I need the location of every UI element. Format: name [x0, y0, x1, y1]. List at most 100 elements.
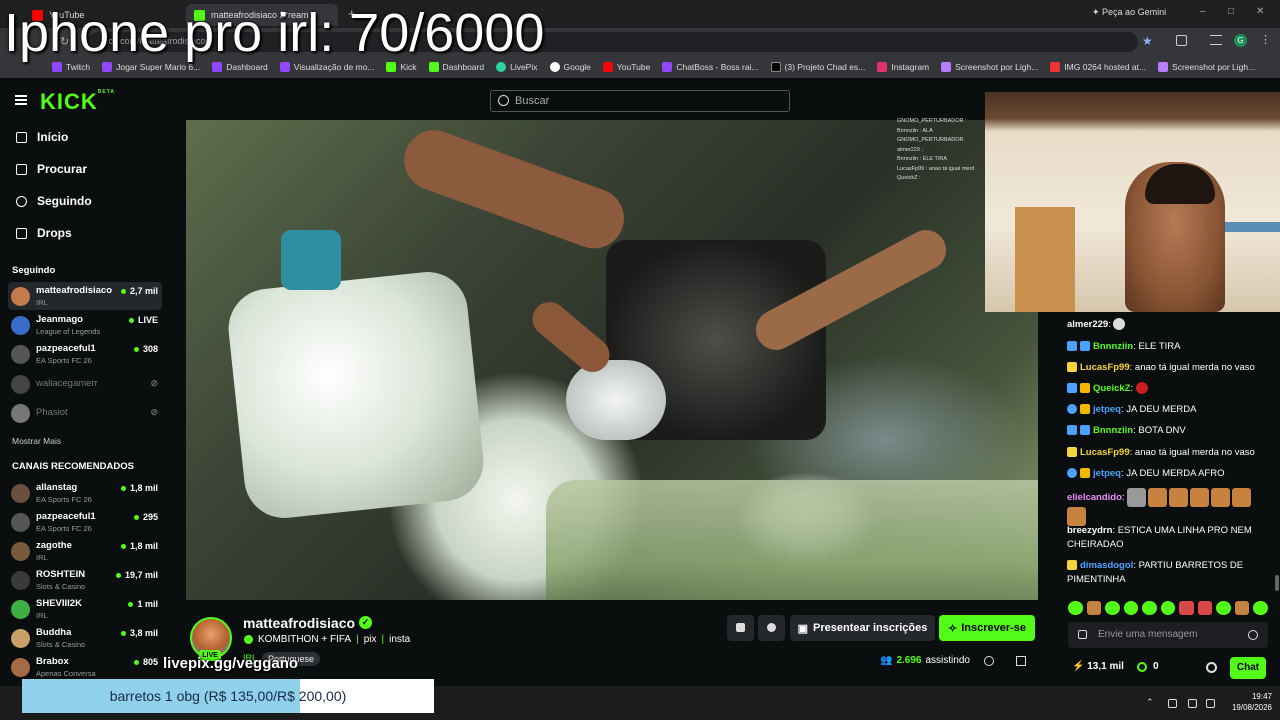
close-window-button[interactable]: ✕ — [1256, 6, 1264, 17]
bookmark-label: Screenshot por Ligh... — [955, 62, 1039, 72]
search-icon — [498, 95, 509, 106]
stream-title: KOMBITHON + FIFA | pix | insta — [244, 634, 410, 645]
kick-logo[interactable]: KICKBETA — [40, 89, 115, 115]
bookmark-instagram[interactable]: Instagram — [877, 62, 929, 72]
emote-icon[interactable] — [1123, 601, 1139, 615]
emote-icon[interactable] — [1160, 601, 1176, 615]
network-icon[interactable] — [1188, 699, 1197, 708]
profile-avatar[interactable]: G — [1234, 34, 1247, 47]
nav-inicio[interactable]: Início — [16, 127, 68, 147]
channel-points[interactable]: 0 — [1137, 661, 1159, 672]
webcam-content — [1015, 207, 1075, 312]
emote-icon[interactable] — [1216, 601, 1231, 615]
recommended-channel-item[interactable]: allanstag EA Sports FC 26 1,8 mil — [8, 479, 162, 507]
recommended-channel-item[interactable]: SHEVIII2K IRL 1 mil — [8, 595, 162, 623]
chat-username[interactable]: LucasFp99 — [1080, 362, 1130, 373]
chat-username[interactable]: elielcandido — [1067, 492, 1122, 503]
search-input[interactable]: Buscar — [490, 90, 790, 112]
chat-username[interactable]: Bnnnziin — [1093, 341, 1133, 352]
notification-bell-button[interactable] — [727, 615, 754, 641]
share-icon[interactable] — [984, 656, 994, 666]
following-channel-item[interactable]: matteafrodisiaco IRL 2,7 mil — [8, 282, 162, 310]
sidebar: Início Procurar Seguindo Drops Seguindo … — [0, 120, 170, 686]
overlay-chat-line: LucasFp99 : anao tá igual merd — [897, 165, 975, 172]
separator: | — [381, 634, 385, 645]
streamer-name[interactable]: matteafrodisiaco — [243, 615, 355, 631]
bookmark-star-icon[interactable]: ★ — [1142, 34, 1153, 48]
recommended-channel-item[interactable]: pazpeaceful1 EA Sports FC 26 295 — [8, 508, 162, 536]
tray-chevron-icon[interactable]: ⌃ — [1146, 697, 1155, 707]
emote-icon[interactable] — [1068, 601, 1083, 615]
hamburger-menu-icon[interactable] — [15, 95, 27, 105]
chat-send-button[interactable]: Chat — [1230, 657, 1266, 679]
chat-settings-gear-icon[interactable] — [1206, 662, 1217, 673]
emote-icon[interactable] — [1234, 601, 1250, 615]
emote-icon[interactable] — [1105, 601, 1120, 615]
chat-username[interactable]: breezydrn — [1067, 525, 1112, 536]
report-icon[interactable] — [1016, 656, 1026, 666]
bookmark-screenshot-1[interactable]: Screenshot por Ligh... — [941, 62, 1038, 72]
nav-drops[interactable]: Drops — [16, 223, 72, 243]
recommended-channel-item[interactable]: ROSHTEIN Slots & Casino 19,7 mil — [8, 566, 162, 594]
chat-scrollbar[interactable] — [1275, 575, 1279, 591]
emote-icon[interactable] — [1179, 601, 1194, 615]
chat-username[interactable]: almer229 — [1067, 319, 1108, 330]
video-content — [395, 121, 633, 257]
avatar — [11, 600, 30, 619]
reading-list-icon[interactable] — [1210, 35, 1222, 45]
bookmark-x[interactable]: (3) Projeto Chad es... — [770, 62, 865, 72]
chat-mod-icon[interactable] — [1078, 630, 1087, 639]
bookmark-google[interactable]: Google — [549, 62, 591, 72]
bookmark-chatboss[interactable]: ChatBoss - Boss rai... — [662, 62, 759, 72]
subscribe-button[interactable]: ✧ Inscrever-se — [939, 615, 1035, 641]
following-channel-item[interactable]: pazpeaceful1 EA Sports FC 26 308 — [8, 340, 162, 368]
emote-icon — [1211, 488, 1231, 507]
chat-message: breezydrn: ESTICA UMA LINHA PRO NEM CHEI… — [1067, 524, 1272, 552]
maximize-button[interactable]: □ — [1228, 6, 1234, 17]
emote-icon[interactable] — [1197, 601, 1213, 615]
emote-icon[interactable] — [1142, 601, 1157, 615]
badge-icon — [1067, 425, 1077, 436]
emoji-picker-icon[interactable] — [1248, 630, 1258, 640]
crown-badge-icon — [1080, 383, 1090, 394]
show-more-link[interactable]: Mostrar Mais — [12, 436, 61, 446]
kicks-balance[interactable]: ⚡ 13,1 mil — [1072, 661, 1124, 672]
bookmark-youtube[interactable]: YouTube — [602, 62, 650, 72]
chat-username[interactable]: jetpeq — [1093, 404, 1121, 415]
chat-username[interactable]: dimasdogol — [1080, 560, 1133, 571]
menu-kebab-icon[interactable]: ⋮ — [1260, 33, 1271, 46]
extensions-icon[interactable] — [1176, 35, 1187, 46]
emote-icon[interactable] — [1253, 601, 1269, 615]
recommended-section-title: CANAIS RECOMENDADOS — [12, 461, 134, 472]
stream-link-pix[interactable]: pix — [364, 634, 377, 645]
minimize-button[interactable]: – — [1200, 6, 1206, 17]
system-clock[interactable]: 19:47 19/08/2026 — [1232, 691, 1272, 713]
chat-message-input[interactable]: Envie uma mensagem — [1068, 622, 1268, 648]
microphone-icon[interactable] — [1168, 699, 1177, 708]
gift-subs-button[interactable]: ▣ Presentear inscrições — [790, 615, 935, 641]
bookmark-screenshot-2[interactable]: Screenshot por Ligh... — [1158, 62, 1255, 72]
follow-heart-button[interactable] — [758, 615, 785, 641]
chat-username[interactable]: LucasFp99 — [1080, 447, 1130, 458]
bookmark-img[interactable]: IMG 0264 hosted at... — [1050, 62, 1146, 72]
channel-name: matteafrodisiaco — [36, 285, 113, 296]
emote-icon[interactable] — [1086, 601, 1102, 615]
viewer-count: 308 — [134, 344, 158, 354]
chat-username[interactable]: Bnnnziin — [1093, 425, 1133, 436]
volume-icon[interactable] — [1206, 699, 1215, 708]
badge-icon — [1067, 341, 1077, 352]
following-channel-item[interactable]: Jeanmago League of Legends LIVE — [8, 311, 162, 339]
gemini-button[interactable]: ✦ Peça ao Gemini — [1092, 7, 1166, 18]
stream-link-insta[interactable]: insta — [389, 634, 410, 645]
recommended-channel-item[interactable]: Brabox Apenas Conversa 805 — [8, 653, 162, 681]
chat-username[interactable]: jetpeq — [1093, 468, 1121, 479]
following-channel-item[interactable]: wallacegamerr ⊘ — [8, 370, 162, 398]
nav-procurar[interactable]: Procurar — [16, 159, 87, 179]
gemini-icon: ✦ — [1092, 7, 1103, 17]
chat-username[interactable]: QueickZ — [1093, 383, 1131, 394]
chat-message: Bnnnziin: BOTA DNV — [1067, 424, 1272, 438]
following-channel-item[interactable]: Phasiot ⊘ — [8, 399, 162, 427]
recommended-channel-item[interactable]: zagothe IRL 1,8 mil — [8, 537, 162, 565]
nav-seguindo[interactable]: Seguindo — [16, 191, 92, 211]
recommended-channel-item[interactable]: Buddha Slots & Casino 3,8 mil — [8, 624, 162, 652]
